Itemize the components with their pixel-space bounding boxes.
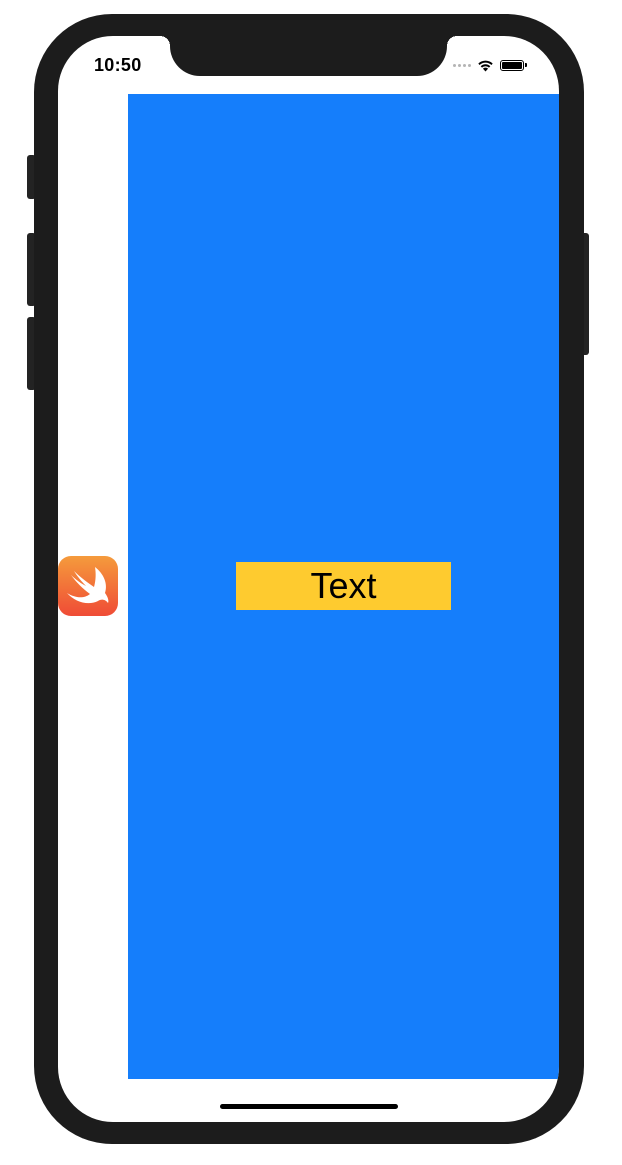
battery-icon xyxy=(500,59,527,71)
text-label: Text xyxy=(236,562,451,610)
home-indicator[interactable] xyxy=(220,1104,398,1109)
notch xyxy=(160,36,457,76)
swift-logo-icon[interactable] xyxy=(58,556,118,616)
status-time: 10:50 xyxy=(94,55,142,75)
device-screen: 10:50 Text xyxy=(58,36,559,1122)
wifi-icon xyxy=(478,60,493,71)
status-icons xyxy=(453,57,527,73)
content-view: Text xyxy=(128,94,559,1079)
signal-dots-icon xyxy=(453,63,471,67)
